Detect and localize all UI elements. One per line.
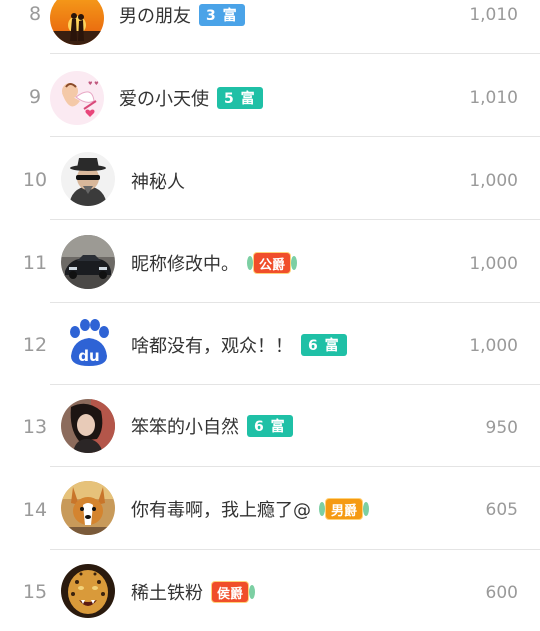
user-nickname: 神秘人: [131, 172, 185, 193]
mystery-man-avatar[interactable]: [61, 152, 115, 206]
score-value: 1,000: [469, 336, 518, 356]
ranking-list: 8 男の朋友 3 富 1,010 9 ♥ ♥ 爱の小天使 5 富 1,010 1…: [0, 0, 540, 631]
fortune-level-badge: 3 富: [199, 4, 245, 26]
fortune-level-badge: 5 富: [217, 87, 263, 109]
rank-number: 11: [22, 252, 48, 274]
rank-number: 13: [22, 416, 48, 438]
list-item[interactable]: 13 笨笨的小自然 6 富 950: [0, 385, 540, 467]
list-item[interactable]: 14 你有毒啊，我上瘾了@ 男爵 605: [0, 467, 540, 550]
rank-number: 10: [22, 169, 48, 191]
rank-number: 15: [22, 581, 48, 603]
score-value: 600: [485, 583, 518, 603]
score-value: 950: [485, 418, 518, 438]
baron-badge-label: 男爵: [325, 498, 364, 520]
user-nickname: 稀土铁粉: [131, 583, 203, 604]
score-value: 1,010: [469, 88, 518, 108]
corgi-dog-avatar[interactable]: [61, 481, 115, 535]
list-item[interactable]: 12 du 啥都没有，观众！！ 6 富 1,000: [0, 303, 540, 385]
row-divider: [50, 53, 540, 54]
list-item[interactable]: 8 男の朋友 3 富 1,010: [0, 0, 540, 59]
rank-number: 9: [28, 86, 42, 108]
fortune-level-badge: 6 富: [301, 334, 347, 356]
score-value: 1,010: [469, 5, 518, 25]
user-nickname: 男の朋友: [119, 6, 191, 27]
user-nickname: 笨笨的小自然: [131, 417, 239, 438]
score-value: 1,000: [469, 171, 518, 191]
svg-text:du: du: [78, 347, 99, 365]
duke-badge-label: 公爵: [253, 252, 292, 274]
sunset-couple-avatar[interactable]: [50, 0, 104, 45]
noble-rank-badge: 公爵: [247, 252, 298, 274]
user-nickname: 爱の小天使: [119, 89, 209, 110]
sports-car-avatar[interactable]: [61, 235, 115, 289]
badge-wing-icon: [363, 502, 370, 516]
list-item[interactable]: 10 神秘人 1,000: [0, 137, 540, 220]
noble-rank-badge: 男爵: [319, 498, 370, 520]
list-item[interactable]: 9 ♥ ♥ 爱の小天使 5 富 1,010: [0, 56, 540, 138]
user-nickname: 昵称修改中。: [131, 254, 239, 275]
badge-wing-icon: [291, 256, 298, 270]
baidu-paw-avatar[interactable]: du: [61, 316, 115, 370]
leopard-avatar[interactable]: [61, 564, 115, 618]
woman-portrait-avatar[interactable]: [61, 399, 115, 453]
user-nickname: 你有毒啊，我上瘾了@: [131, 500, 311, 521]
fortune-level-badge: 6 富: [247, 415, 293, 437]
marquis-badge-label: 侯爵: [211, 581, 250, 603]
cupid-avatar[interactable]: ♥ ♥: [50, 71, 104, 125]
noble-rank-badge: 侯爵: [211, 581, 256, 603]
list-item[interactable]: 15 稀土铁粉 侯爵 600: [0, 550, 540, 631]
rank-number: 12: [22, 334, 48, 356]
score-value: 1,000: [469, 254, 518, 274]
rank-number: 14: [22, 499, 48, 521]
score-value: 605: [485, 500, 518, 520]
svg-text:♥ ♥: ♥ ♥: [88, 81, 99, 87]
user-nickname: 啥都没有，观众！！: [131, 336, 293, 357]
rank-number: 8: [28, 3, 42, 25]
badge-wing-icon: [249, 585, 256, 599]
list-item[interactable]: 11 昵称修改中。 公爵 1,000: [0, 220, 540, 303]
